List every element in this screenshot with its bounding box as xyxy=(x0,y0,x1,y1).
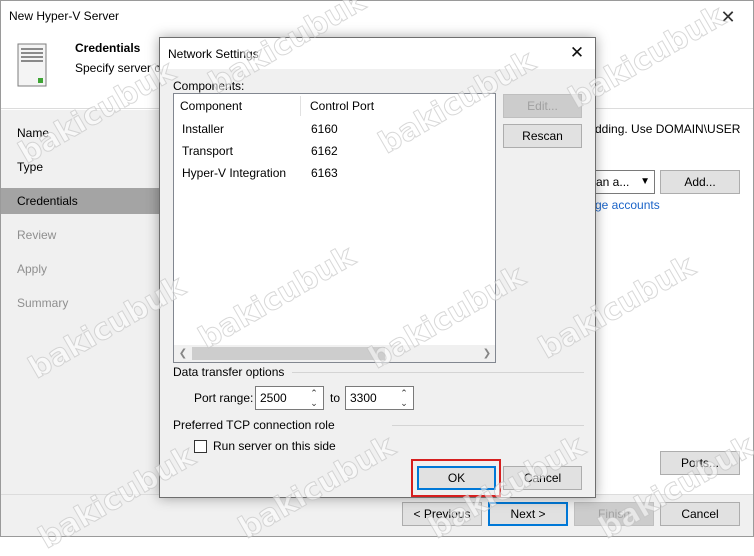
wizard-titlebar: New Hyper-V Server ✕ xyxy=(1,1,753,33)
wizard-footer: < Previous Next > Finish Cancel xyxy=(1,494,753,536)
group-divider xyxy=(292,372,584,373)
row-port: 6163 xyxy=(311,166,338,180)
rescan-button[interactable]: Rescan xyxy=(503,124,582,148)
table-row[interactable]: Installer 6160 xyxy=(174,118,495,140)
row-component: Transport xyxy=(182,144,233,158)
ports-button[interactable]: Ports... xyxy=(660,451,740,475)
scroll-left-icon[interactable]: ❮ xyxy=(176,345,190,362)
run-server-label: Run server on this side xyxy=(213,439,336,453)
dialog-close-icon[interactable]: ✕ xyxy=(562,40,592,66)
nav-step-credentials[interactable]: Credentials xyxy=(1,188,161,214)
credentials-hint: dding. Use DOMAIN\USER xyxy=(595,122,741,136)
dialog-cancel-button[interactable]: Cancel xyxy=(503,466,582,490)
account-select-value: an a... xyxy=(596,175,630,189)
port-from-value: 2500 xyxy=(260,391,287,405)
column-header-control-port[interactable]: Control Port xyxy=(304,94,454,118)
scroll-right-icon[interactable]: ❯ xyxy=(480,345,494,362)
row-port: 6160 xyxy=(311,122,338,136)
port-range-to-stepper[interactable]: 3300 ⌃ ⌄ xyxy=(345,386,414,410)
chevron-up-icon[interactable]: ⌃ xyxy=(398,388,410,398)
ok-highlight-box xyxy=(411,459,501,497)
chevron-down-icon[interactable]: ⌄ xyxy=(308,398,320,408)
dialog-title: Network Settings xyxy=(168,47,259,61)
nav-step-type[interactable]: Type xyxy=(1,154,161,180)
nav-step-apply: Apply xyxy=(17,262,48,276)
data-transfer-label: Data transfer options xyxy=(173,365,285,379)
table-row[interactable]: Transport 6162 xyxy=(174,140,495,162)
row-port: 6162 xyxy=(311,144,338,158)
table-row[interactable]: Hyper-V Integration 6163 xyxy=(174,162,495,184)
page-subtitle: Specify server cr xyxy=(75,61,165,75)
tcp-role-label: Preferred TCP connection role xyxy=(173,418,335,432)
network-settings-dialog: Network Settings ✕ Components: Component… xyxy=(159,37,596,498)
column-divider xyxy=(300,96,301,116)
group-divider xyxy=(392,425,584,426)
port-range-label: Port range: xyxy=(194,391,254,405)
wizard-close-icon[interactable]: ✕ xyxy=(713,5,743,29)
chevron-down-icon[interactable]: ⌄ xyxy=(398,398,410,408)
wizard-title: New Hyper-V Server xyxy=(9,9,120,23)
server-icon xyxy=(17,43,47,87)
account-select[interactable]: an a... ▼ xyxy=(593,170,655,194)
previous-button[interactable]: < Previous xyxy=(402,502,482,526)
wizard-cancel-button[interactable]: Cancel xyxy=(660,502,740,526)
list-header: Component Control Port xyxy=(174,94,495,118)
chevron-down-icon: ▼ xyxy=(640,176,650,187)
chevron-up-icon[interactable]: ⌃ xyxy=(308,388,320,398)
page-title: Credentials xyxy=(75,41,141,55)
finish-button: Finish xyxy=(574,502,654,526)
components-list[interactable]: Component Control Port Installer 6160 Tr… xyxy=(173,93,496,363)
nav-step-name[interactable]: Name xyxy=(1,120,161,146)
horizontal-scrollbar[interactable]: ❮ ❯ xyxy=(174,345,495,362)
row-component: Installer xyxy=(182,122,225,136)
edit-button: Edit... xyxy=(503,94,582,118)
components-label: Components: xyxy=(173,79,245,93)
port-to-value: 3300 xyxy=(350,391,377,405)
port-range-from-stepper[interactable]: 2500 ⌃ ⌄ xyxy=(255,386,324,410)
wizard-steps-nav: Name Type Credentials Review Apply Summa… xyxy=(1,110,161,494)
column-header-component[interactable]: Component xyxy=(174,94,300,118)
dialog-titlebar: Network Settings ✕ xyxy=(160,38,595,69)
run-server-checkbox[interactable] xyxy=(194,440,207,453)
to-label: to xyxy=(330,391,341,405)
row-component: Hyper-V Integration xyxy=(182,166,287,180)
next-button[interactable]: Next > xyxy=(488,502,568,526)
add-credentials-button[interactable]: Add... xyxy=(660,170,740,194)
nav-step-summary: Summary xyxy=(17,296,69,310)
manage-accounts-link[interactable]: ge accounts xyxy=(595,198,660,212)
nav-step-review: Review xyxy=(17,228,57,242)
scrollbar-thumb[interactable] xyxy=(192,347,385,360)
